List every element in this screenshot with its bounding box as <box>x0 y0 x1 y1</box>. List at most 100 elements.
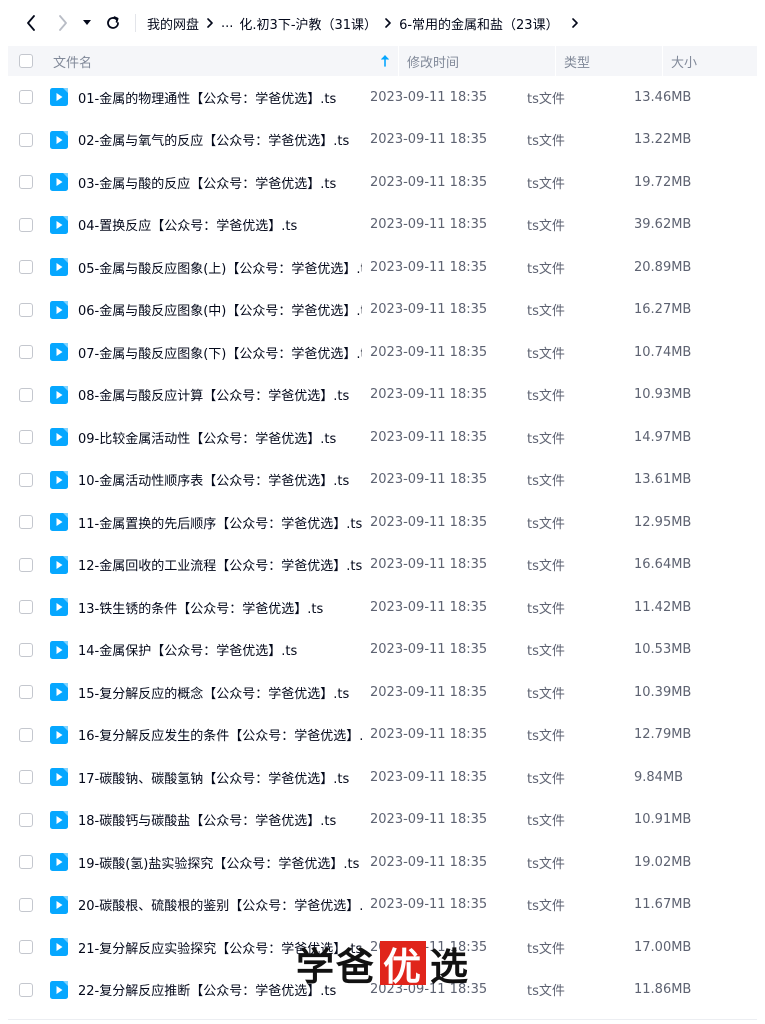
file-row[interactable]: 18-碳酸钙与碳酸盐【公众号：学爸优选】.ts 2023-09-11 18:35 t… <box>8 799 757 842</box>
row-checkbox[interactable] <box>19 897 33 912</box>
breadcrumb-ellipsis[interactable]: ... <box>221 16 233 31</box>
row-checkbox[interactable] <box>19 600 33 615</box>
file-row[interactable]: 16-复分解反应发生的条件【公众号：学爸优选】.ts 2023-09-11 18:… <box>8 714 757 757</box>
file-name-cell[interactable]: 15-复分解反应的概念【公众号：学爸优选】.ts <box>44 683 362 702</box>
chevron-left-icon[interactable] <box>18 8 44 38</box>
file-row[interactable]: 01-金属的物理通性【公众号：学爸优选】.ts 2023-09-11 18:35 t… <box>8 76 757 119</box>
file-name-cell[interactable]: 03-金属与酸的反应【公众号：学爸优选】.ts <box>44 173 362 192</box>
file-name[interactable]: 14-金属保护【公众号：学爸优选】.ts <box>78 640 297 659</box>
file-name-cell[interactable]: 20-碳酸根、硫酸根的鉴别【公众号：学爸优选】.ts <box>44 895 362 914</box>
row-checkbox[interactable] <box>19 175 33 190</box>
file-name[interactable]: 18-碳酸钙与碳酸盐【公众号：学爸优选】.ts <box>78 810 336 829</box>
file-name-cell[interactable]: 13-铁生锈的条件【公众号：学爸优选】.ts <box>44 598 362 617</box>
file-name[interactable]: 15-复分解反应的概念【公众号：学爸优选】.ts <box>78 683 349 702</box>
file-row[interactable]: 03-金属与酸的反应【公众号：学爸优选】.ts 2023-09-11 18:35 t… <box>8 161 757 204</box>
row-checkbox[interactable] <box>19 812 33 827</box>
row-checkbox[interactable] <box>19 302 33 317</box>
watermark-text-part1: 学爸 <box>296 943 377 989</box>
file-row[interactable]: 19-碳酸(氢)盐实验探究【公众号：学爸优选】.ts 2023-09-11 18:… <box>8 841 757 884</box>
file-name-cell[interactable]: 10-金属活动性顺序表【公众号：学爸优选】.ts <box>44 470 362 489</box>
row-checkbox[interactable] <box>19 387 33 402</box>
file-row[interactable]: 04-置换反应【公众号：学爸优选】.ts 2023-09-11 18:35 ts文件… <box>8 204 757 247</box>
column-header-time[interactable]: 修改时间 <box>398 46 555 76</box>
file-name[interactable]: 11-金属置换的先后顺序【公众号：学爸优选】.ts <box>78 513 362 532</box>
row-checkbox[interactable] <box>19 260 33 275</box>
file-row[interactable]: 14-金属保护【公众号：学爸优选】.ts 2023-09-11 18:35 ts文件… <box>8 629 757 672</box>
file-row[interactable]: 06-金属与酸反应图象(中)【公众号：学爸优选】.ts 2023-09-11 18… <box>8 289 757 332</box>
row-checkbox[interactable] <box>19 515 33 530</box>
file-row[interactable]: 11-金属置换的先后顺序【公众号：学爸优选】.ts 2023-09-11 18:3… <box>8 501 757 544</box>
row-checkbox[interactable] <box>19 430 33 445</box>
file-name-cell[interactable]: 01-金属的物理通性【公众号：学爸优选】.ts <box>44 88 362 107</box>
file-name[interactable]: 13-铁生锈的条件【公众号：学爸优选】.ts <box>78 598 323 617</box>
select-all-checkbox[interactable] <box>19 54 33 68</box>
file-name-cell[interactable]: 02-金属与氧气的反应【公众号：学爸优选】.ts <box>44 130 362 149</box>
file-row[interactable]: 17-碳酸钠、碳酸氢钠【公众号：学爸优选】.ts 2023-09-11 18:35… <box>8 756 757 799</box>
row-checkbox[interactable] <box>19 90 33 105</box>
file-name[interactable]: 07-金属与酸反应图象(下)【公众号：学爸优选】.ts <box>78 343 362 362</box>
file-row[interactable]: 10-金属活动性顺序表【公众号：学爸优选】.ts 2023-09-11 18:35… <box>8 459 757 502</box>
file-row[interactable]: 09-比较金属活动性【公众号：学爸优选】.ts 2023-09-11 18:35 t… <box>8 416 757 459</box>
file-name-cell[interactable]: 06-金属与酸反应图象(中)【公众号：学爸优选】.ts <box>44 300 362 319</box>
file-name-cell[interactable]: 09-比较金属活动性【公众号：学爸优选】.ts <box>44 428 362 447</box>
refresh-icon[interactable] <box>100 8 126 38</box>
row-checkbox[interactable] <box>19 557 33 572</box>
file-row[interactable]: 13-铁生锈的条件【公众号：学爸优选】.ts 2023-09-11 18:35 ts… <box>8 586 757 629</box>
file-name-cell[interactable]: 19-碳酸(氢)盐实验探究【公众号：学爸优选】.ts <box>44 853 362 872</box>
file-name[interactable]: 17-碳酸钠、碳酸氢钠【公众号：学爸优选】.ts <box>78 768 349 787</box>
row-check-cell <box>8 472 44 487</box>
file-row[interactable]: 12-金属回收的工业流程【公众号：学爸优选】.ts 2023-09-11 18:3… <box>8 544 757 587</box>
file-row[interactable]: 08-金属与酸反应计算【公众号：学爸优选】.ts 2023-09-11 18:35… <box>8 374 757 417</box>
file-name[interactable]: 10-金属活动性顺序表【公众号：学爸优选】.ts <box>78 470 349 489</box>
row-checkbox[interactable] <box>19 770 33 785</box>
file-name-cell[interactable]: 04-置换反应【公众号：学爸优选】.ts <box>44 215 362 234</box>
file-name[interactable]: 19-碳酸(氢)盐实验探究【公众号：学爸优选】.ts <box>78 853 359 872</box>
file-name[interactable]: 09-比较金属活动性【公众号：学爸优选】.ts <box>78 428 336 447</box>
row-checkbox[interactable] <box>19 345 33 360</box>
file-name-cell[interactable]: 17-碳酸钠、碳酸氢钠【公众号：学爸优选】.ts <box>44 768 362 787</box>
file-row[interactable]: 07-金属与酸反应图象(下)【公众号：学爸优选】.ts 2023-09-11 18… <box>8 331 757 374</box>
file-name[interactable]: 03-金属与酸的反应【公众号：学爸优选】.ts <box>78 173 336 192</box>
file-name[interactable]: 20-碳酸根、硫酸根的鉴别【公众号：学爸优选】.ts <box>78 895 362 914</box>
file-name[interactable]: 12-金属回收的工业流程【公众号：学爸优选】.ts <box>78 555 362 574</box>
file-name[interactable]: 02-金属与氧气的反应【公众号：学爸优选】.ts <box>78 130 349 149</box>
row-checkbox[interactable] <box>19 642 33 657</box>
breadcrumb-root[interactable]: 我的网盘 <box>147 14 199 33</box>
row-checkbox[interactable] <box>19 940 33 955</box>
row-checkbox[interactable] <box>19 132 33 147</box>
chevron-right-icon[interactable] <box>567 15 583 31</box>
file-name[interactable]: 01-金属的物理通性【公众号：学爸优选】.ts <box>78 88 336 107</box>
file-name-cell[interactable]: 18-碳酸钙与碳酸盐【公众号：学爸优选】.ts <box>44 810 362 829</box>
file-row[interactable]: 05-金属与酸反应图象(上)【公众号：学爸优选】.ts 2023-09-11 18… <box>8 246 757 289</box>
file-name[interactable]: 04-置换反应【公众号：学爸优选】.ts <box>78 215 297 234</box>
file-name-cell[interactable]: 12-金属回收的工业流程【公众号：学爸优选】.ts <box>44 555 362 574</box>
file-name-cell[interactable]: 11-金属置换的先后顺序【公众号：学爸优选】.ts <box>44 513 362 532</box>
row-checkbox[interactable] <box>19 855 33 870</box>
file-name-cell[interactable]: 16-复分解反应发生的条件【公众号：学爸优选】.ts <box>44 725 362 744</box>
file-name[interactable]: 08-金属与酸反应计算【公众号：学爸优选】.ts <box>78 385 349 404</box>
column-header-size[interactable]: 大小 <box>662 46 757 76</box>
file-row[interactable]: 15-复分解反应的概念【公众号：学爸优选】.ts 2023-09-11 18:35… <box>8 671 757 714</box>
file-name-cell[interactable]: 14-金属保护【公众号：学爸优选】.ts <box>44 640 362 659</box>
row-checkbox[interactable] <box>19 217 33 232</box>
breadcrumb-current[interactable]: 6-常用的金属和盐（23课） <box>399 14 559 33</box>
file-name-cell[interactable]: 08-金属与酸反应计算【公众号：学爸优选】.ts <box>44 385 362 404</box>
row-checkbox[interactable] <box>19 982 33 997</box>
column-header-type[interactable]: 类型 <box>555 46 662 76</box>
file-name[interactable]: 05-金属与酸反应图象(上)【公众号：学爸优选】.ts <box>78 258 362 277</box>
column-header-name[interactable]: 文件名 <box>44 46 398 76</box>
row-checkbox[interactable] <box>19 472 33 487</box>
sort-arrow-up-icon[interactable] <box>380 55 390 67</box>
breadcrumb-parent[interactable]: 化.初3下-沪教（31课） <box>239 14 377 33</box>
row-checkbox[interactable] <box>19 685 33 700</box>
file-name-cell[interactable]: 07-金属与酸反应图象(下)【公众号：学爸优选】.ts <box>44 343 362 362</box>
caret-down-icon[interactable] <box>78 8 96 38</box>
file-name[interactable]: 16-复分解反应发生的条件【公众号：学爸优选】.ts <box>78 725 362 744</box>
chevron-right-icon[interactable] <box>50 8 76 38</box>
column-header-size-label: 大小 <box>671 55 698 71</box>
file-name-cell[interactable]: 05-金属与酸反应图象(上)【公众号：学爸优选】.ts <box>44 258 362 277</box>
file-row[interactable]: 02-金属与氧气的反应【公众号：学爸优选】.ts 2023-09-11 18:35… <box>8 119 757 162</box>
row-checkbox[interactable] <box>19 727 33 742</box>
file-row[interactable]: 20-碳酸根、硫酸根的鉴别【公众号：学爸优选】.ts 2023-09-11 18:… <box>8 884 757 927</box>
file-name[interactable]: 06-金属与酸反应图象(中)【公众号：学爸优选】.ts <box>78 300 362 319</box>
